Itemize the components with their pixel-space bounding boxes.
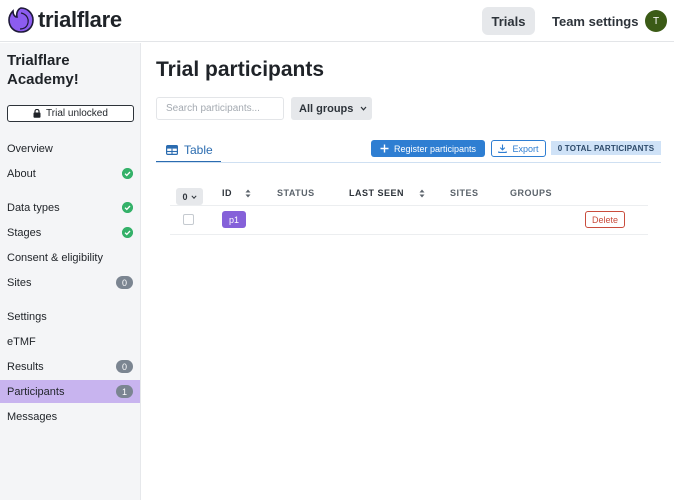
- selection-count-dropdown[interactable]: 0: [176, 188, 203, 205]
- participant-id-pill[interactable]: p1: [222, 211, 246, 228]
- chevron-down-icon: [190, 194, 197, 199]
- total-participants-badge: 0 TOTAL PARTICIPANTS: [551, 141, 661, 155]
- sidebar-item-label: Messages: [7, 410, 58, 423]
- sort-icon: [419, 189, 425, 197]
- column-header-status: STATUS: [277, 188, 315, 198]
- column-header-sites: SITES: [450, 188, 479, 198]
- trial-status-label: Trial unlocked: [46, 108, 108, 119]
- delete-button[interactable]: Delete: [585, 211, 625, 228]
- sidebar-item-label: About: [7, 167, 36, 180]
- export-label: Export: [512, 143, 539, 154]
- nav-team-settings[interactable]: Team settings: [544, 7, 646, 35]
- check-circle-icon: [122, 202, 133, 213]
- sidebar-item-sites[interactable]: Sites 0: [0, 271, 140, 294]
- column-header-id[interactable]: ID: [222, 188, 251, 198]
- tab-table-label: Table: [184, 142, 213, 157]
- sidebar-item-label: Overview: [7, 142, 53, 155]
- row-checkbox[interactable]: [183, 214, 194, 225]
- logo[interactable]: trialflare: [7, 6, 122, 34]
- trial-status-badge[interactable]: Trial unlocked: [7, 105, 134, 122]
- page-title: Trial participants: [156, 58, 325, 81]
- sidebar-item-overview[interactable]: Overview: [0, 137, 140, 160]
- lock-icon: [33, 109, 41, 118]
- table-icon: [166, 144, 178, 155]
- chevron-down-icon: [360, 106, 367, 111]
- sidebar-item-label: Results: [7, 360, 44, 373]
- count-badge: 1: [116, 385, 133, 398]
- register-participants-button[interactable]: Register participants: [371, 140, 485, 157]
- sidebar-item-participants[interactable]: Participants 1: [0, 380, 140, 403]
- column-header-last-seen[interactable]: LAST SEEN: [349, 188, 425, 198]
- column-header-label: LAST SEEN: [349, 188, 405, 198]
- table-header-divider: [170, 205, 648, 206]
- selection-count-value: 0: [182, 191, 188, 202]
- column-header-groups: GROUPS: [510, 188, 552, 198]
- avatar[interactable]: T: [645, 10, 667, 32]
- sidebar-item-label: Sites: [7, 276, 32, 289]
- column-header-label: SITES: [450, 188, 479, 198]
- group-filter-value: All groups: [299, 102, 354, 115]
- check-circle-icon: [122, 227, 133, 238]
- check-circle-icon: [122, 168, 133, 179]
- sidebar-item-stages[interactable]: Stages: [0, 221, 140, 244]
- app-name: trialflare: [38, 7, 122, 32]
- count-badge: 0: [116, 360, 133, 373]
- column-header-label: GROUPS: [510, 188, 553, 198]
- export-button[interactable]: Export: [491, 140, 546, 157]
- plus-icon: [380, 144, 389, 153]
- org-name: Trialflare Academy!: [7, 52, 79, 88]
- sidebar-item-etmf[interactable]: eTMF: [0, 330, 140, 353]
- table-row-divider: [170, 234, 648, 235]
- sidebar-item-messages[interactable]: Messages: [0, 405, 140, 428]
- sidebar-item-label: Participants: [7, 385, 65, 398]
- sidebar: Trialflare Academy! Trial unlocked Overv…: [0, 43, 141, 500]
- search-input[interactable]: [156, 97, 284, 120]
- sort-icon: [245, 189, 251, 197]
- sidebar-item-about[interactable]: About: [0, 162, 140, 185]
- register-participants-label: Register participants: [393, 143, 477, 154]
- download-icon: [498, 144, 508, 153]
- sidebar-item-label: Stages: [7, 226, 42, 239]
- count-badge: 0: [116, 276, 133, 289]
- column-header-label: STATUS: [277, 188, 315, 198]
- sidebar-item-label: Consent & eligibility: [7, 251, 103, 264]
- sidebar-item-label: eTMF: [7, 335, 36, 348]
- top-bar: trialflare Trials Team settings T: [0, 0, 674, 42]
- tab-table[interactable]: Table: [156, 138, 221, 163]
- sidebar-item-results[interactable]: Results 0: [0, 355, 140, 378]
- sidebar-item-consent-eligibility[interactable]: Consent & eligibility: [0, 246, 140, 269]
- nav-trials[interactable]: Trials: [482, 7, 535, 35]
- sidebar-item-label: Data types: [7, 201, 60, 214]
- column-header-label: ID: [222, 188, 232, 198]
- trialflare-logo-icon: [8, 7, 34, 33]
- sidebar-item-settings[interactable]: Settings: [0, 305, 140, 328]
- tab-divider: [156, 162, 661, 163]
- sidebar-item-data-types[interactable]: Data types: [0, 196, 140, 219]
- group-filter-select[interactable]: All groups: [291, 97, 372, 120]
- sidebar-item-label: Settings: [7, 310, 47, 323]
